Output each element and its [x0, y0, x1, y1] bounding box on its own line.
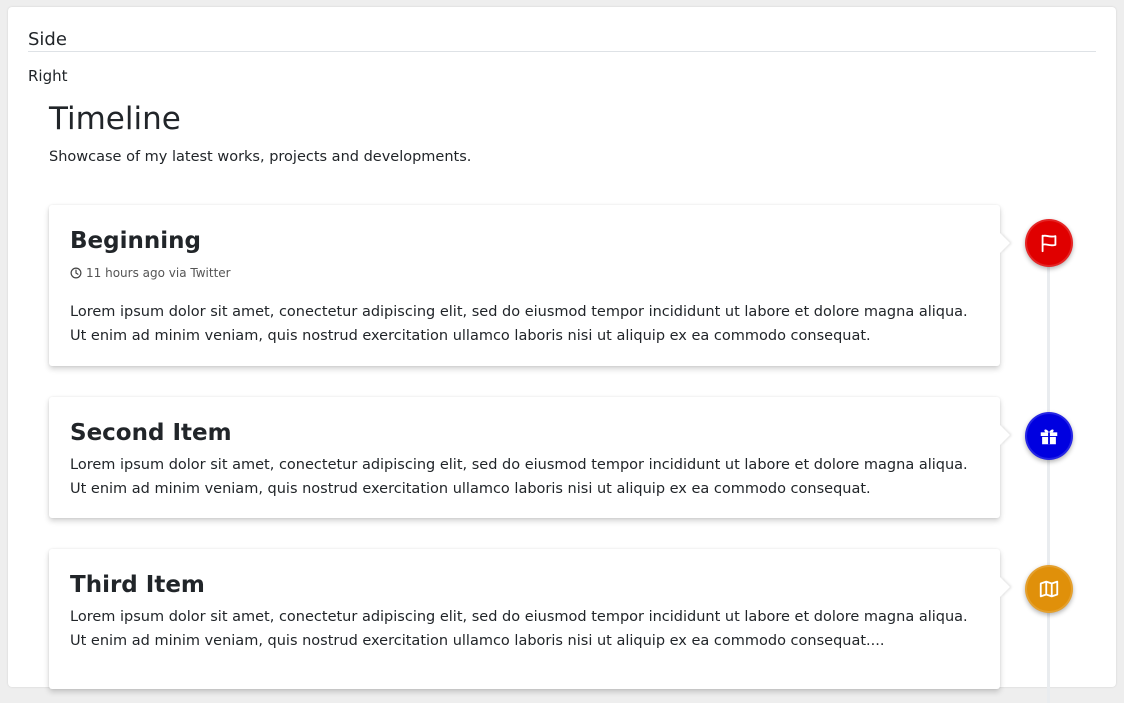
card-arrow [1000, 577, 1010, 597]
timeline-line [1047, 243, 1050, 703]
card-body: Lorem ipsum dolor sit amet, conectetur a… [70, 457, 968, 497]
card-body: Lorem ipsum dolor sit amet, conectetur a… [70, 609, 968, 649]
card-arrow [1000, 425, 1010, 445]
timeline-badge-gift [1025, 412, 1073, 460]
clock-icon [70, 267, 82, 279]
side-subheader: Right [28, 67, 68, 85]
card-title: Beginning [70, 228, 201, 254]
card-body: Lorem ipsum dolor sit amet, conectetur a… [70, 304, 968, 344]
card-title: Second Item [70, 420, 232, 446]
timeline-card-beginning: Beginning 11 hours ago via Twitter Lorem… [49, 205, 1010, 366]
card-arrow [1000, 233, 1010, 253]
card-meta: 11 hours ago via Twitter [70, 265, 231, 281]
side-header: Side [28, 27, 1096, 52]
card-title: Third Item [70, 572, 205, 598]
card-meta-text: 11 hours ago via Twitter [86, 266, 231, 280]
map-icon [1039, 580, 1059, 598]
timeline-badge-flag [1025, 219, 1073, 267]
timeline-card-second: Second Item Lorem ipsum dolor sit amet, … [49, 397, 1010, 518]
flag-icon [1041, 234, 1057, 253]
page-title: Timeline [49, 101, 181, 137]
gift-icon [1040, 429, 1058, 445]
timeline-card-third: Third Item Lorem ipsum dolor sit amet, c… [49, 549, 1010, 689]
timeline-badge-map [1025, 565, 1073, 613]
page-description: Showcase of my latest works, projects an… [49, 149, 472, 165]
main-panel: Side Right Timeline Showcase of my lates… [8, 7, 1116, 703]
